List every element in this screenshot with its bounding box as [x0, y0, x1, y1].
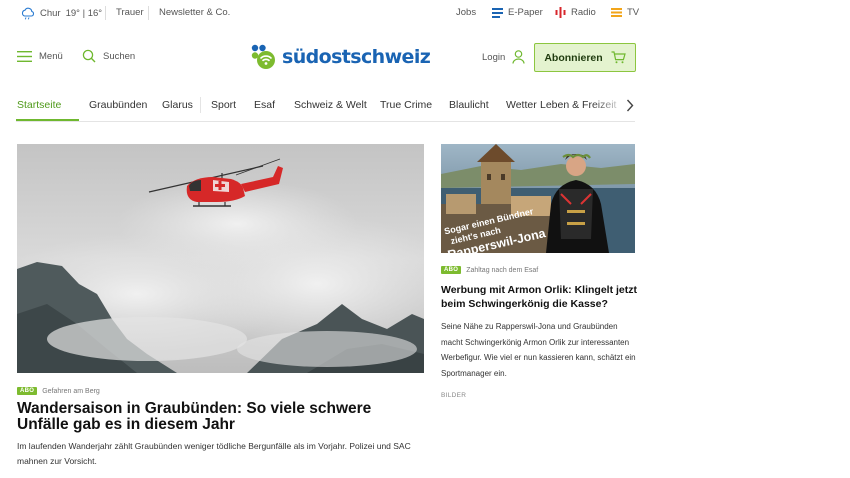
side-article-media-label: BILDER: [441, 392, 467, 399]
cart-icon: [611, 51, 626, 64]
side-article-title[interactable]: Werbung mit Armon Orlik: Klingelt jetzt …: [441, 283, 641, 311]
menu-button[interactable]: Menü: [17, 51, 63, 62]
main-article-title[interactable]: Wandersaison in Graubünden: So viele sch…: [17, 401, 427, 433]
tv-icon: [611, 8, 622, 17]
abo-badge: ABO: [441, 266, 462, 274]
nav-item-startseite[interactable]: Startseite: [17, 99, 61, 111]
nav-item-graubuenden[interactable]: Graubünden: [89, 99, 147, 111]
search-label: Suchen: [103, 50, 136, 62]
side-article-image[interactable]: Sogar einen Bündner zieht's nach Rappers…: [441, 144, 635, 253]
weather-widget[interactable]: Chur 19° | 16°: [21, 7, 102, 20]
search-button[interactable]: Suchen: [82, 49, 135, 63]
link-jobs[interactable]: Jobs: [456, 7, 476, 18]
nav-item-wetter[interactable]: Wetter: [506, 99, 537, 111]
tv-label: TV: [627, 7, 640, 18]
nav-item-esaf[interactable]: Esaf: [254, 99, 275, 111]
login-label: Login: [482, 51, 506, 63]
link-radio[interactable]: Radio: [555, 7, 596, 18]
weather-city: Chur: [40, 8, 61, 19]
side-article-lead: Seine Nähe zu Rapperswil-Jona und Graubü…: [441, 322, 636, 378]
nav-item-schweiz-welt[interactable]: Schweiz & Welt: [294, 99, 367, 111]
abo-badge: ABO: [17, 387, 38, 395]
nav-fade-overlay: [592, 93, 626, 119]
link-newsletter[interactable]: Newsletter & Co.: [159, 7, 230, 18]
user-icon: [512, 50, 525, 64]
main-article-lead: Im laufenden Wanderjahr zählt Graubünden…: [17, 441, 411, 466]
main-article-kicker: Gefahren am Berg: [42, 387, 100, 395]
nav-item-true-crime[interactable]: True Crime: [380, 99, 432, 111]
epaper-label: E-Paper: [508, 7, 543, 18]
subscribe-label: Abonnieren: [544, 51, 603, 64]
weather-icon: [21, 7, 34, 20]
nav-item-glarus[interactable]: Glarus: [162, 99, 193, 111]
hamburger-icon: [17, 51, 32, 62]
nav-scroll-right-icon[interactable]: [626, 99, 634, 112]
radio-label: Radio: [571, 7, 596, 18]
divider: [105, 6, 106, 20]
search-icon: [82, 49, 96, 63]
logo-mark-icon: [251, 44, 275, 69]
link-trauer[interactable]: Trauer: [116, 7, 144, 18]
side-article-kicker: Zahltag nach dem Esaf: [466, 266, 539, 274]
main-article-meta: ABO Gefahren am Berg: [17, 387, 100, 395]
radio-icon: [555, 7, 566, 18]
nav-active-indicator: [16, 119, 79, 121]
subscribe-button[interactable]: Abonnieren: [534, 43, 636, 72]
link-tv[interactable]: TV: [611, 7, 639, 18]
nav-divider: [200, 97, 201, 113]
epaper-icon: [492, 7, 503, 18]
side-article-meta: ABO Zahltag nach dem Esaf: [441, 266, 538, 274]
logo-text: südostschweiz: [282, 46, 431, 68]
divider: [148, 6, 149, 20]
nav-item-sport[interactable]: Sport: [211, 99, 236, 111]
main-article-image[interactable]: [17, 144, 424, 373]
link-epaper[interactable]: E-Paper: [492, 7, 543, 18]
nav-bottom-border: [16, 121, 635, 122]
schwinger-photo: Sogar einen Bündner zieht's nach Rappers…: [441, 144, 635, 253]
site-logo[interactable]: südostschweiz: [250, 43, 431, 71]
top-utility-bar: Chur 19° | 16° Trauer Newsletter & Co. J…: [0, 0, 850, 28]
nav-item-blaulicht[interactable]: Blaulicht: [449, 99, 489, 111]
helicopter-photo: [17, 144, 424, 373]
menu-label: Menü: [39, 51, 63, 62]
weather-temps: 19° | 16°: [65, 8, 103, 19]
login-button[interactable]: Login: [482, 50, 525, 64]
